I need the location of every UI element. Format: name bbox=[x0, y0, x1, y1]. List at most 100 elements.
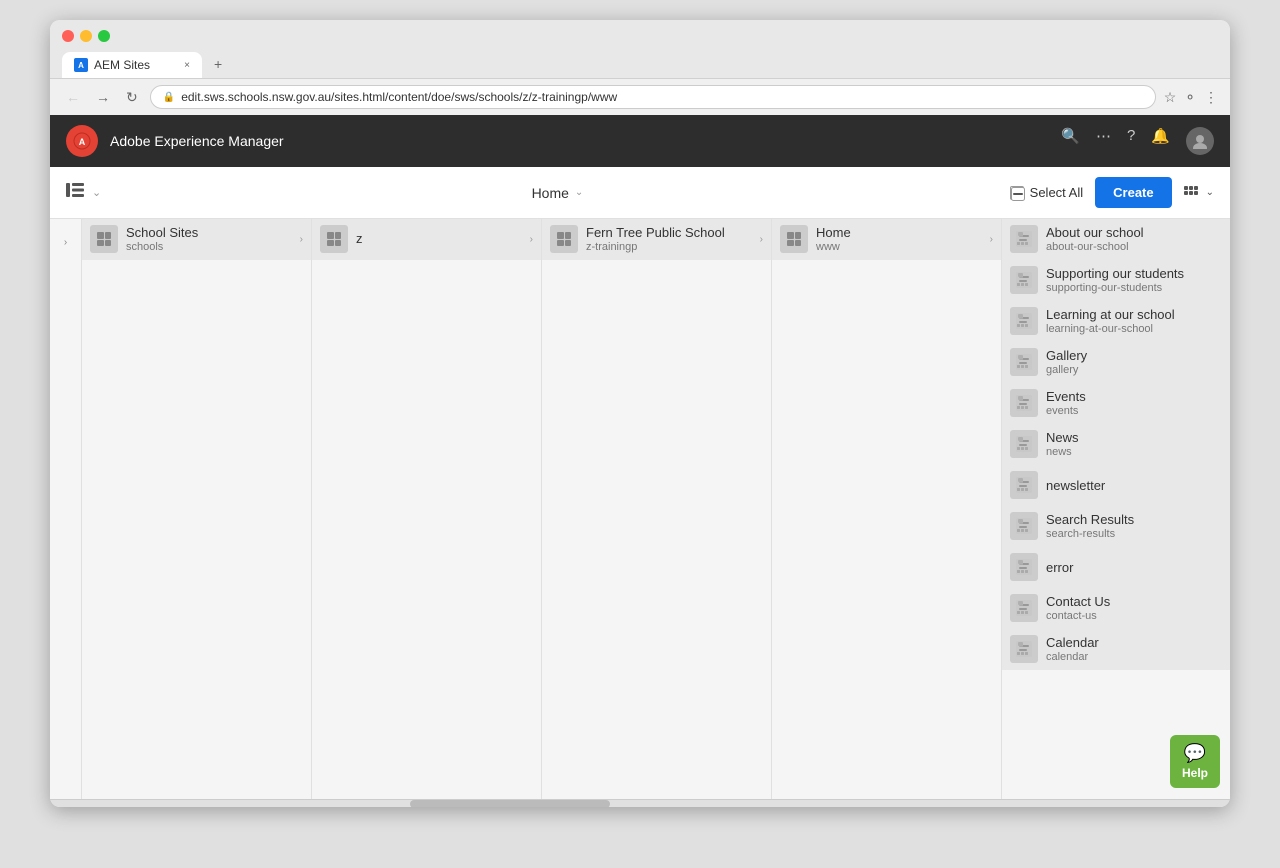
school-sites-icon bbox=[90, 225, 118, 253]
select-all-button[interactable]: Select All bbox=[1010, 185, 1083, 200]
aem-logo[interactable]: A bbox=[66, 125, 98, 157]
panel-chevron[interactable]: ⌄ bbox=[92, 186, 101, 199]
child-item[interactable]: Events events › bbox=[1002, 383, 1230, 424]
school-sites-text: School Sites schools bbox=[126, 225, 292, 253]
sidebar-toggle-button[interactable] bbox=[66, 183, 84, 202]
close-traffic-light[interactable] bbox=[62, 30, 74, 42]
fern-tree-text: Fern Tree Public School z-trainingp bbox=[586, 225, 752, 253]
child-item-icon bbox=[1010, 389, 1038, 417]
help-icon[interactable]: ? bbox=[1127, 127, 1135, 155]
child-item-icon bbox=[1010, 348, 1038, 376]
child-item[interactable]: About our school about-our-school › bbox=[1002, 219, 1230, 260]
child-item[interactable]: News news › bbox=[1002, 424, 1230, 465]
home-chevron: › bbox=[990, 234, 993, 245]
minimize-traffic-light[interactable] bbox=[80, 30, 92, 42]
child-item[interactable]: error › bbox=[1002, 547, 1230, 588]
column-expand-button[interactable]: › bbox=[64, 237, 67, 248]
select-all-checkbox[interactable] bbox=[1010, 186, 1024, 200]
child-item-slug: gallery bbox=[1046, 364, 1223, 376]
home-text: Home www bbox=[816, 225, 982, 253]
z-chevron: › bbox=[530, 234, 533, 245]
child-item-name: News bbox=[1046, 430, 1223, 445]
child-item-icon bbox=[1010, 594, 1038, 622]
child-item-icon bbox=[1010, 553, 1038, 581]
z-column: z › bbox=[312, 219, 542, 799]
fern-tree-item[interactable]: Fern Tree Public School z-trainingp › bbox=[542, 219, 771, 260]
horizontal-scrollbar[interactable] bbox=[50, 799, 1230, 807]
help-label: Help bbox=[1182, 766, 1208, 780]
child-item-text: Contact Us contact-us bbox=[1046, 594, 1223, 622]
view-toggle-button[interactable]: ⌄ bbox=[1184, 186, 1214, 200]
child-item-icon bbox=[1010, 512, 1038, 540]
toolbar-actions: Select All Create ⌄ bbox=[1010, 177, 1214, 208]
child-item-name: Contact Us bbox=[1046, 594, 1223, 609]
sites-toolbar: ⌄ Home ⌄ Select All Create bbox=[50, 167, 1230, 219]
address-input[interactable]: 🔒 edit.sws.schools.nsw.gov.au/sites.html… bbox=[150, 85, 1156, 109]
apps-icon[interactable]: ⋯ bbox=[1096, 127, 1111, 155]
child-item[interactable]: Supporting our students supporting-our-s… bbox=[1002, 260, 1230, 301]
child-item[interactable]: Gallery gallery › bbox=[1002, 342, 1230, 383]
help-button[interactable]: 💬 Help bbox=[1170, 735, 1220, 788]
home-breadcrumb-label[interactable]: Home bbox=[532, 185, 569, 201]
child-item-icon bbox=[1010, 307, 1038, 335]
school-sites-name: School Sites bbox=[126, 225, 292, 240]
child-item-name: Learning at our school bbox=[1046, 307, 1223, 322]
child-item-slug: learning-at-our-school bbox=[1046, 323, 1223, 335]
child-item[interactable]: Learning at our school learning-at-our-s… bbox=[1002, 301, 1230, 342]
menu-icon[interactable]: ⋮ bbox=[1204, 89, 1218, 106]
child-item-slug: contact-us bbox=[1046, 610, 1223, 622]
select-all-label: Select All bbox=[1030, 185, 1083, 200]
scrollbar-thumb[interactable] bbox=[410, 800, 610, 807]
aem-navbar: A Adobe Experience Manager 🔍 ⋯ ? 🔔 bbox=[50, 115, 1230, 167]
forward-button[interactable]: → bbox=[92, 87, 114, 107]
child-item[interactable]: Contact Us contact-us › bbox=[1002, 588, 1230, 629]
bell-icon[interactable]: 🔔 bbox=[1151, 127, 1170, 155]
home-item[interactable]: Home www › bbox=[772, 219, 1001, 260]
svg-text:A: A bbox=[79, 137, 86, 147]
view-chevron: ⌄ bbox=[1206, 187, 1214, 198]
child-item-slug: news bbox=[1046, 446, 1223, 458]
maximize-traffic-light[interactable] bbox=[98, 30, 110, 42]
fern-tree-chevron: › bbox=[760, 234, 763, 245]
user-avatar[interactable] bbox=[1186, 127, 1214, 155]
child-item-text: error bbox=[1046, 560, 1223, 575]
search-icon[interactable]: 🔍 bbox=[1061, 127, 1080, 155]
child-item-slug: search-results bbox=[1046, 528, 1223, 540]
fern-tree-name: Fern Tree Public School bbox=[586, 225, 752, 240]
traffic-lights bbox=[62, 30, 110, 42]
fern-tree-slug: z-trainingp bbox=[586, 241, 752, 253]
home-slug: www bbox=[816, 241, 982, 253]
child-item[interactable]: newsletter › bbox=[1002, 465, 1230, 506]
home-name: Home bbox=[816, 225, 982, 240]
back-button[interactable]: ← bbox=[62, 87, 84, 107]
address-actions: ☆ ⚬ ⋮ bbox=[1164, 89, 1218, 106]
home-column: Home www › bbox=[772, 219, 1002, 799]
child-item-icon bbox=[1010, 430, 1038, 458]
child-item-text: Supporting our students supporting-our-s… bbox=[1046, 266, 1223, 294]
bookmark-icon[interactable]: ☆ bbox=[1164, 89, 1177, 106]
account-icon[interactable]: ⚬ bbox=[1184, 89, 1196, 106]
breadcrumb-chevron: ⌄ bbox=[575, 187, 583, 198]
child-item-slug: supporting-our-students bbox=[1046, 282, 1223, 294]
child-item-icon bbox=[1010, 471, 1038, 499]
create-button[interactable]: Create bbox=[1095, 177, 1171, 208]
z-text: z bbox=[356, 231, 522, 247]
tab-title: AEM Sites bbox=[94, 58, 150, 72]
url-text: edit.sws.schools.nsw.gov.au/sites.html/c… bbox=[181, 90, 617, 104]
active-tab[interactable]: A AEM Sites × bbox=[62, 52, 202, 78]
z-item[interactable]: z › bbox=[312, 219, 541, 260]
child-item-name: Calendar bbox=[1046, 635, 1223, 650]
school-sites-slug: schools bbox=[126, 241, 292, 253]
column-view: › School Sites schools › bbox=[50, 219, 1230, 799]
child-item-slug: about-our-school bbox=[1046, 241, 1223, 253]
child-item-slug: events bbox=[1046, 405, 1223, 417]
school-sites-item[interactable]: School Sites schools › bbox=[82, 219, 311, 260]
home-icon bbox=[780, 225, 808, 253]
aem-title: Adobe Experience Manager bbox=[110, 133, 1049, 149]
child-item-text: Calendar calendar bbox=[1046, 635, 1223, 663]
child-item[interactable]: Calendar calendar › bbox=[1002, 629, 1230, 670]
new-tab-button[interactable]: + bbox=[204, 50, 232, 78]
tab-close-button[interactable]: × bbox=[184, 60, 190, 71]
reload-button[interactable]: ↻ bbox=[122, 87, 142, 108]
child-item[interactable]: Search Results search-results › bbox=[1002, 506, 1230, 547]
